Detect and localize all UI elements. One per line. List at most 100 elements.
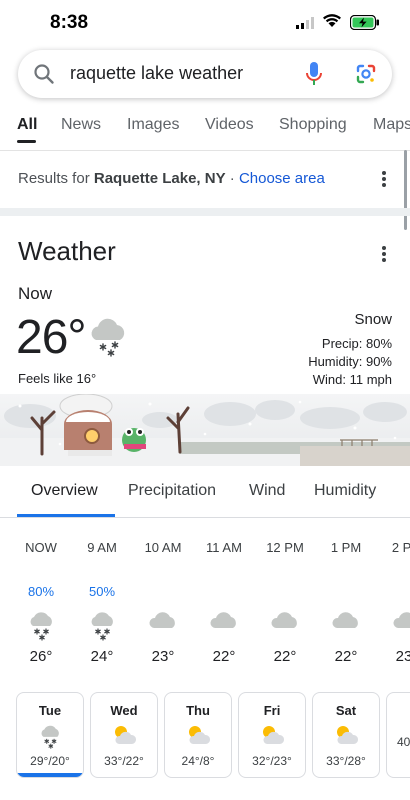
partly-cloudy-icon — [165, 722, 231, 752]
hour-temp: 22° — [212, 648, 236, 665]
weather-more-options-icon[interactable] — [381, 246, 387, 264]
now-label: Now — [18, 284, 53, 303]
day-name: Tue — [38, 703, 62, 718]
hour-item: NOW 80% 26° — [11, 540, 71, 665]
results-separator: · — [229, 170, 235, 187]
hour-precip: 80% — [27, 584, 55, 599]
day-temps: 33°/28° — [326, 754, 366, 768]
day-card[interactable]: Thu 24°/8° — [164, 692, 232, 778]
tab-humidity[interactable]: Humidity — [314, 482, 376, 500]
snow-cloud-icon — [11, 608, 71, 646]
day-card[interactable]: Sat 33°/28° — [312, 692, 380, 778]
snow-cloud-icon — [17, 722, 83, 752]
search-icon — [32, 62, 56, 91]
weather-title: Weather — [18, 236, 116, 266]
hour-time: 1 PM — [330, 540, 362, 555]
status-bar: 8:38 — [0, 0, 410, 46]
day-name: Thu — [186, 703, 210, 718]
weather-illustration — [0, 394, 410, 466]
hour-time: 11 AM — [206, 540, 242, 555]
active-tab-indicator — [17, 140, 36, 143]
active-subtab-indicator — [17, 514, 115, 517]
section-separator — [0, 208, 410, 216]
day-temps: 24°/8° — [181, 754, 215, 768]
hour-temp: 23° — [151, 648, 175, 665]
tab-precipitation[interactable]: Precipitation — [128, 482, 216, 500]
day-name: Wed — [110, 703, 138, 718]
tab-images[interactable]: Images — [127, 116, 179, 134]
humidity-stat: Humidity: 90% — [308, 354, 392, 369]
day-name: Fri — [263, 703, 281, 718]
cloud-icon — [316, 608, 376, 646]
hour-time: 9 AM — [87, 540, 117, 555]
google-lens-icon[interactable] — [354, 62, 378, 91]
hour-item: 11 AM 22° — [194, 540, 254, 665]
hour-time: 12 PM — [266, 540, 304, 555]
hour-time: NOW — [25, 540, 57, 555]
hour-precip — [377, 584, 410, 604]
current-temperature: 26° — [16, 311, 87, 364]
day-card[interactable]: 40 — [386, 692, 410, 778]
hour-temp: 22° — [334, 648, 358, 665]
snow-cloud-icon — [86, 314, 130, 363]
hour-item: 9 AM 50% 24° — [72, 540, 132, 665]
hour-item: 2 PM 23° — [377, 540, 410, 665]
partly-cloudy-icon — [313, 722, 379, 752]
weather-subtabs: Overview Precipitation Wind Humidity — [0, 466, 410, 518]
day-card[interactable]: Tue 29°/20° — [16, 692, 84, 778]
search-query[interactable]: raquette lake weather — [70, 63, 243, 84]
feels-like: Feels like 16° — [18, 371, 97, 386]
search-box[interactable]: raquette lake weather — [18, 50, 392, 98]
results-prefix: Results for — [18, 170, 90, 187]
day-temps: 40 — [397, 735, 410, 749]
hour-precip — [194, 584, 254, 604]
day-icon — [387, 703, 410, 733]
hourly-forecast[interactable]: NOW 80% 26° 9 AM 50% 24° 10 AM 23° 11 AM… — [0, 540, 410, 670]
tab-all[interactable]: All — [17, 116, 37, 134]
daily-forecast[interactable]: Tue 29°/20° Wed 33°/22° Thu 24°/8° Fri 3… — [0, 692, 410, 782]
scrollbar[interactable] — [404, 150, 407, 230]
hour-item: 10 AM 23° — [133, 540, 193, 665]
hour-temp: 26° — [29, 648, 53, 665]
cellular-signal-icon — [296, 16, 316, 34]
day-card[interactable]: Fri 32°/23° — [238, 692, 306, 778]
cloud-icon — [133, 608, 193, 646]
wifi-icon — [322, 13, 342, 33]
precip-stat: Precip: 80% — [321, 336, 392, 351]
hour-item: 1 PM 22° — [316, 540, 376, 665]
more-options-icon[interactable] — [381, 171, 387, 189]
choose-area-link[interactable]: Choose area — [239, 170, 325, 187]
hour-temp: 23° — [395, 648, 410, 665]
partly-cloudy-icon — [239, 722, 305, 752]
hour-precip — [255, 584, 315, 604]
hour-time: 10 AM — [144, 540, 182, 555]
selected-day-indicator — [17, 773, 83, 777]
day-card[interactable]: Wed 33°/22° — [90, 692, 158, 778]
day-name: Sat — [335, 703, 357, 718]
voice-search-icon[interactable] — [304, 61, 324, 92]
divider — [0, 150, 410, 151]
day-temps: 29°/20° — [30, 754, 70, 768]
tab-news[interactable]: News — [61, 116, 101, 134]
snow-cloud-icon — [72, 608, 132, 646]
cloud-icon — [255, 608, 315, 646]
cloud-icon — [377, 608, 410, 646]
day-temps: 33°/22° — [104, 754, 144, 768]
hour-temp: 24° — [90, 648, 114, 665]
day-temps: 32°/23° — [252, 754, 292, 768]
cloud-icon — [194, 608, 254, 646]
tab-overview[interactable]: Overview — [31, 482, 98, 500]
hour-precip — [316, 584, 376, 604]
search-tabs: All News Images Videos Shopping Maps — [0, 110, 410, 150]
hour-time: 2 PM — [391, 540, 410, 555]
status-time: 8:38 — [50, 12, 89, 33]
hour-item: 12 PM 22° — [255, 540, 315, 665]
hour-temp: 22° — [273, 648, 297, 665]
tab-videos[interactable]: Videos — [205, 116, 254, 134]
hour-precip: 50% — [88, 584, 116, 599]
weather-condition: Snow — [354, 311, 392, 328]
tab-wind[interactable]: Wind — [249, 482, 285, 500]
tab-maps[interactable]: Maps — [373, 116, 410, 134]
hour-precip — [133, 584, 193, 604]
tab-shopping[interactable]: Shopping — [279, 116, 347, 134]
